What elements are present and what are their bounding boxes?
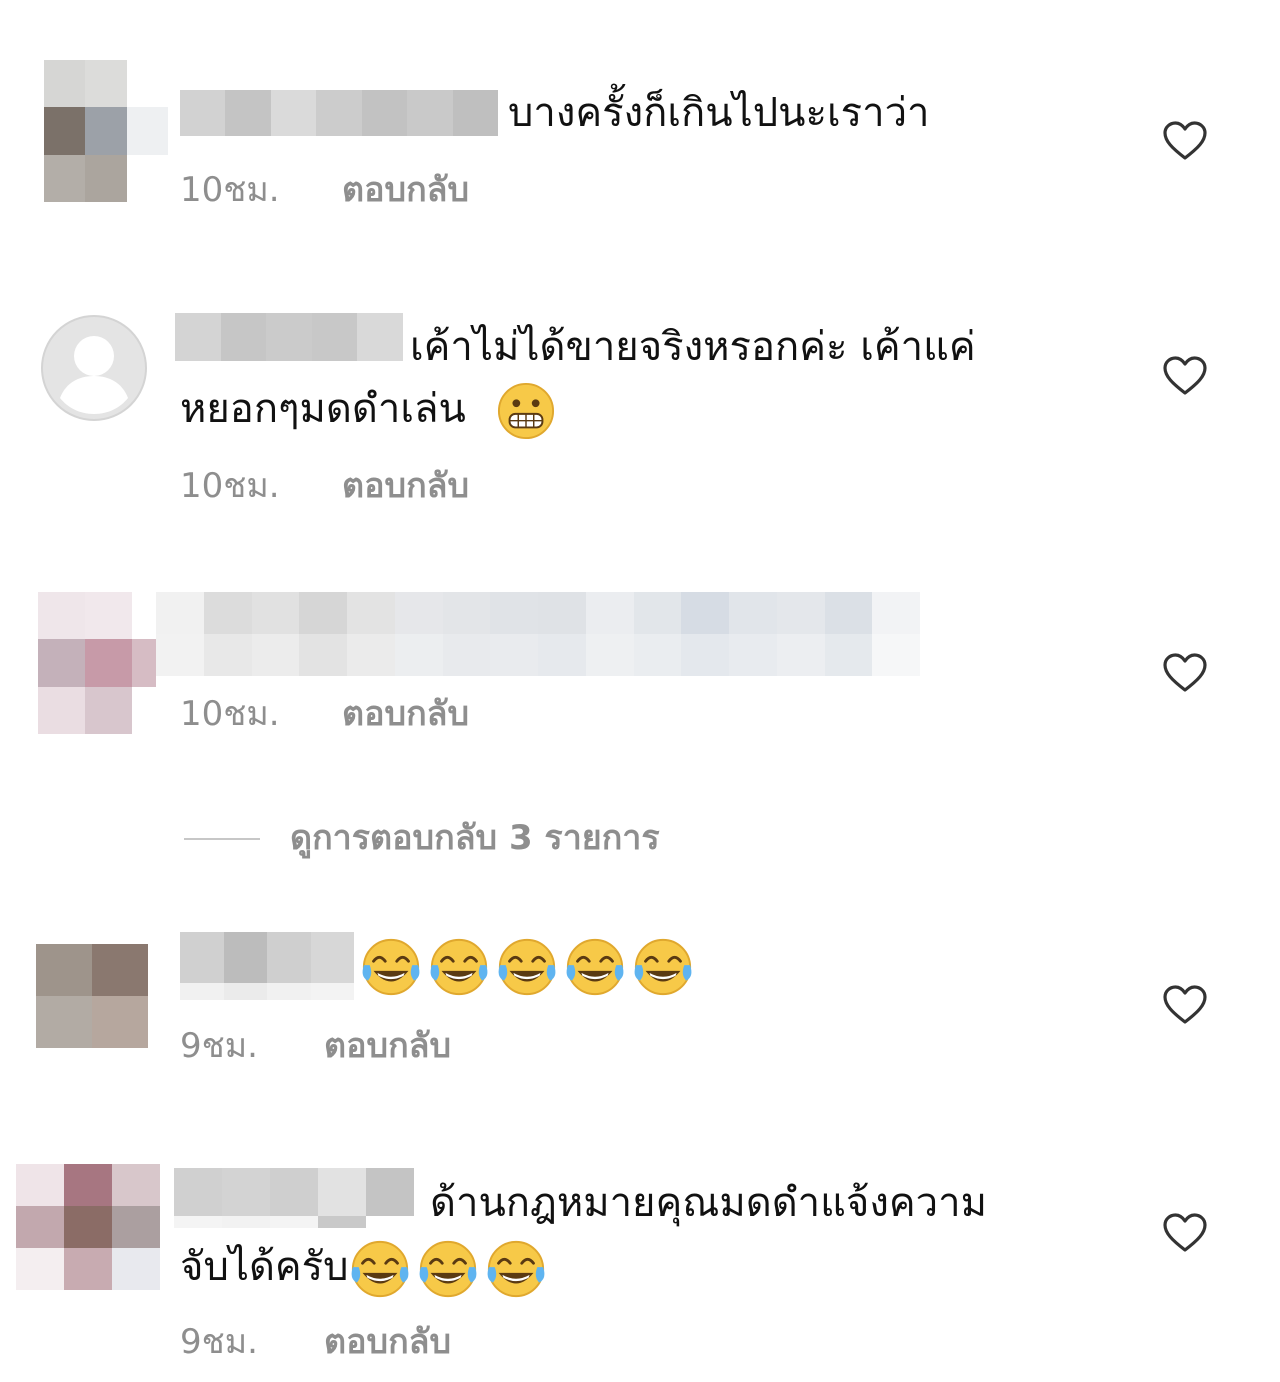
default-avatar-icon[interactable]	[40, 314, 148, 422]
comment-text: บางครั้งก็เกินไปนะเราว่า	[508, 90, 930, 136]
face-with-tears-of-joy-icon	[430, 938, 488, 996]
reply-button[interactable]: ตอบกลับ	[324, 1026, 451, 1066]
username[interactable]	[180, 932, 354, 1000]
reply-button[interactable]: ตอบกลับ	[342, 170, 469, 210]
face-with-tears-of-joy-icon	[566, 938, 624, 996]
comment-text-line-2-text: จับได้ครับ	[180, 1244, 349, 1290]
grimacing-face-icon	[497, 382, 554, 440]
comment-time: 10ชม.	[180, 466, 280, 506]
username[interactable]	[175, 313, 403, 361]
reply-button[interactable]: ตอบกลับ	[342, 694, 469, 734]
username[interactable]	[180, 90, 498, 136]
comment-text-line-2: จับได้ครับ	[180, 1236, 553, 1300]
heart-outline-icon[interactable]	[1162, 652, 1208, 694]
heart-outline-icon[interactable]	[1162, 984, 1208, 1026]
avatar[interactable]	[38, 592, 156, 734]
face-with-tears-of-joy-icon	[498, 938, 556, 996]
heart-outline-icon[interactable]	[1162, 355, 1208, 397]
comment-text-blurred	[156, 592, 968, 676]
emoji-row	[360, 936, 700, 998]
face-with-tears-of-joy-icon	[362, 938, 420, 996]
face-with-tears-of-joy-icon	[351, 1240, 408, 1298]
reply-button[interactable]: ตอบกลับ	[342, 466, 469, 506]
view-replies-divider	[184, 838, 260, 840]
reply-button[interactable]: ตอบกลับ	[324, 1322, 451, 1362]
username[interactable]	[174, 1168, 414, 1228]
avatar[interactable]	[44, 60, 168, 202]
heart-outline-icon[interactable]	[1162, 1212, 1208, 1254]
comment-time: 10ชม.	[180, 694, 280, 734]
face-with-tears-of-joy-icon	[487, 1240, 544, 1298]
view-replies-button[interactable]: ดูการตอบกลับ 3 รายการ	[290, 818, 660, 858]
comment-time: 10ชม.	[180, 170, 280, 210]
comment-text-line-1: เค้าไม่ได้ขายจริงหรอกค่ะ เค้าแค่	[410, 324, 976, 370]
face-with-tears-of-joy-icon	[419, 1240, 476, 1298]
avatar[interactable]	[36, 944, 148, 1048]
face-with-tears-of-joy-icon	[634, 938, 692, 996]
comment-time: 9ชม.	[180, 1322, 258, 1362]
comment-time: 9ชม.	[180, 1026, 258, 1066]
heart-outline-icon[interactable]	[1162, 120, 1208, 162]
avatar[interactable]	[16, 1164, 160, 1290]
comment-text-line-1: ด้านกฎหมายคุณมดดำแจ้งความ	[430, 1180, 987, 1226]
comment-text-line-2: หยอกๆมดดำเล่น	[180, 378, 561, 440]
comment-text-line-2-text: หยอกๆมดดำเล่น	[180, 386, 466, 432]
